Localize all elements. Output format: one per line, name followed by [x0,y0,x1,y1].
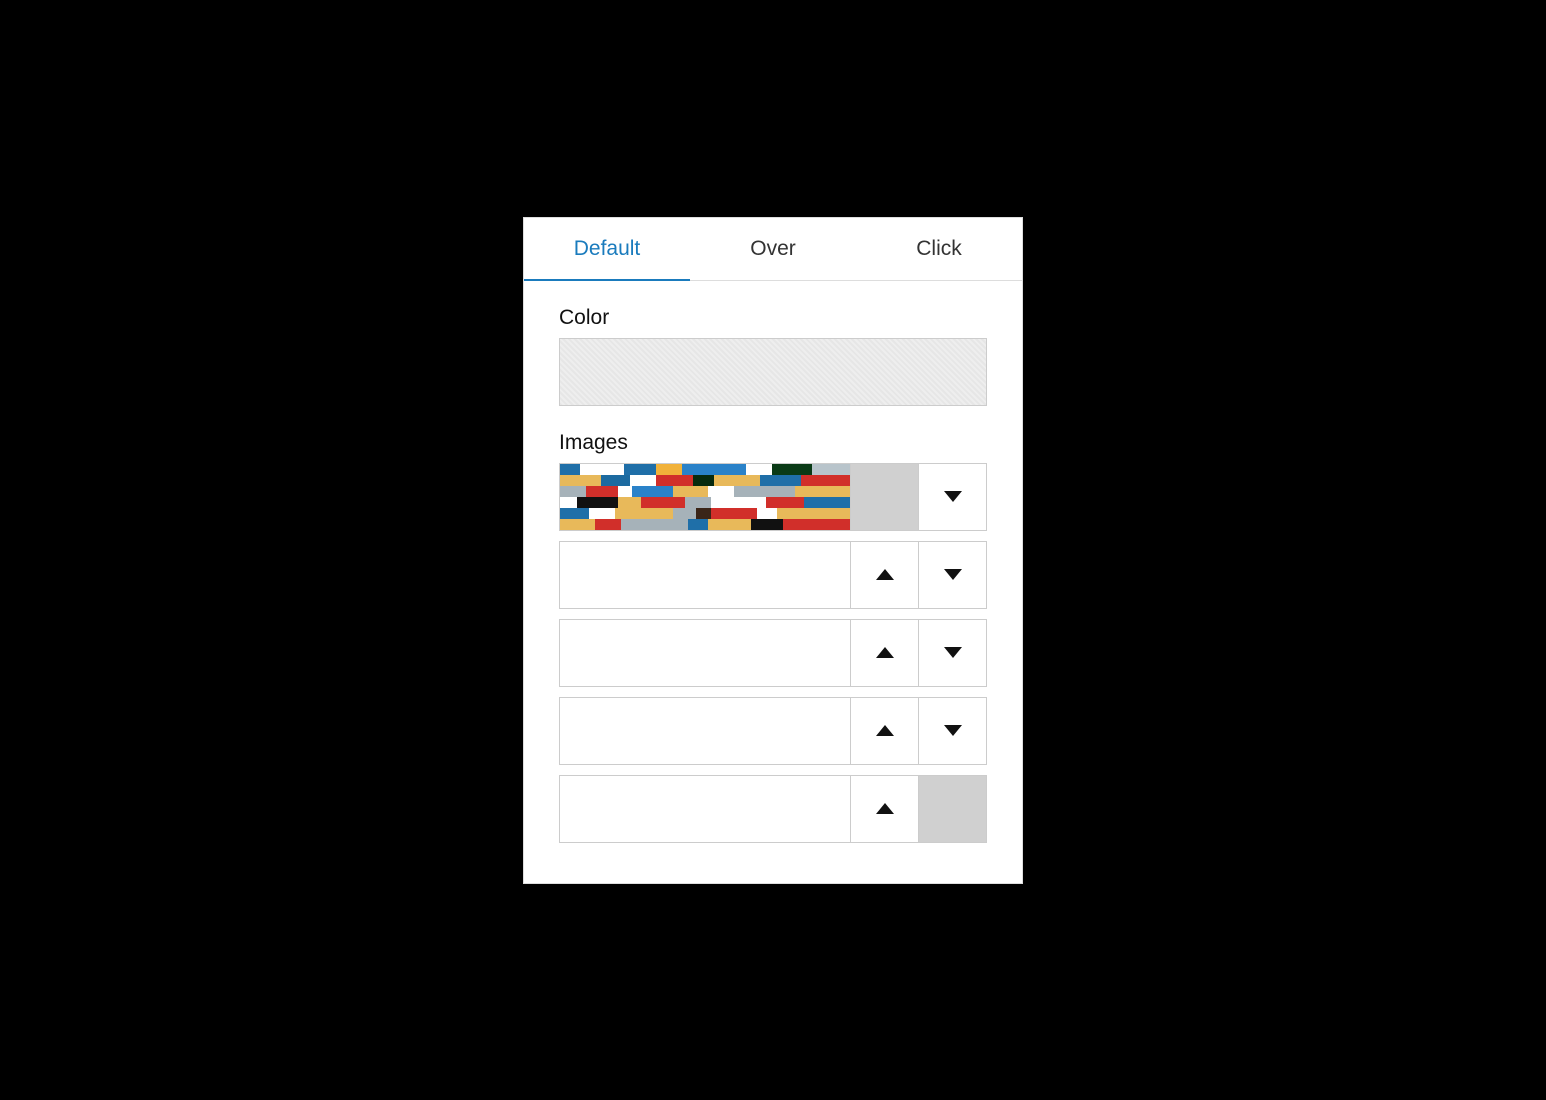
settings-panel: Default Over Click Color Images [523,217,1023,884]
chevron-up-icon [876,647,894,658]
move-up-button[interactable] [850,776,918,842]
move-down-button[interactable] [918,698,986,764]
chevron-down-icon [944,725,962,736]
move-up-button[interactable] [850,698,918,764]
state-tabs: Default Over Click [524,218,1022,281]
image-row [559,697,987,765]
mosaic-thumbnail-icon [560,464,850,530]
image-preview[interactable] [560,542,850,608]
tab-over[interactable]: Over [690,218,856,280]
move-up-button[interactable] [850,620,918,686]
chevron-up-icon [876,569,894,580]
color-swatch[interactable] [559,338,987,406]
chevron-down-icon [944,491,962,502]
color-section: Color [524,281,1022,406]
move-down-button[interactable] [918,620,986,686]
image-row [559,463,987,531]
chevron-up-icon [876,725,894,736]
image-preview[interactable] [560,464,850,530]
image-preview[interactable] [560,698,850,764]
color-label: Color [559,306,987,330]
chevron-down-icon [944,569,962,580]
image-preview[interactable] [560,776,850,842]
chevron-up-icon [876,803,894,814]
move-up-button[interactable] [850,542,918,608]
tab-default[interactable]: Default [524,218,690,281]
image-preview[interactable] [560,620,850,686]
move-down-button[interactable] [918,464,986,530]
image-upload-button[interactable] [850,464,918,530]
images-section: Images [524,406,1022,843]
move-down-button-disabled [918,776,986,842]
move-down-button[interactable] [918,542,986,608]
image-row [559,541,987,609]
image-row [559,775,987,843]
images-label: Images [559,431,987,455]
image-row [559,619,987,687]
chevron-down-icon [944,647,962,658]
tab-click[interactable]: Click [856,218,1022,280]
